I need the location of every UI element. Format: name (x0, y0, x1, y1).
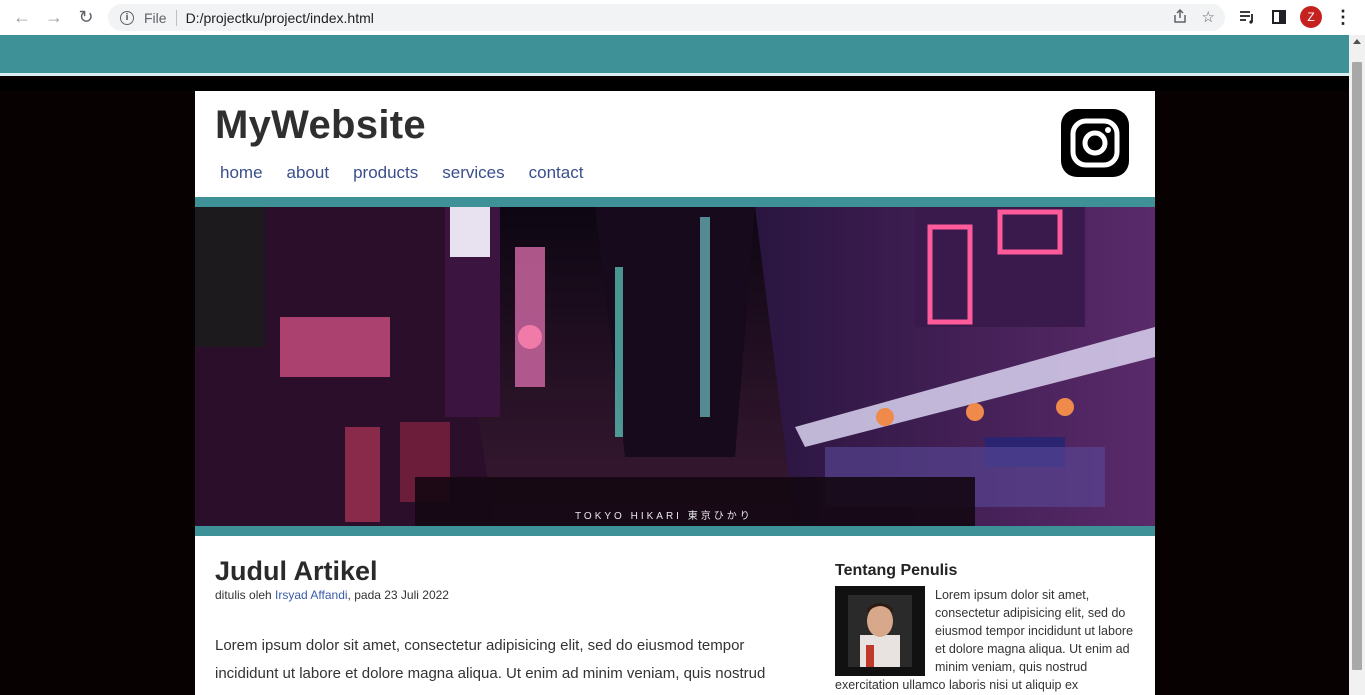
site-title: MyWebsite (215, 103, 426, 147)
site-header: MyWebsite home about products services c… (195, 91, 1155, 197)
nav-link-home[interactable]: home (220, 163, 263, 183)
page-scrollbar[interactable] (1349, 35, 1365, 695)
scheme-label: File (144, 9, 167, 26)
hero-section: TOKYO HIKARI 東京ひかり (195, 197, 1155, 536)
author-link[interactable]: Irsyad Affandi (275, 588, 348, 602)
nav-link-services[interactable]: services (442, 163, 504, 183)
hero-caption: TOKYO HIKARI 東京ひかり (575, 511, 753, 522)
top-bar (0, 35, 1349, 91)
more-menu-icon[interactable]: ⋮ (1332, 6, 1354, 28)
url-text[interactable]: D:/projectku/project/index.html (186, 10, 374, 26)
content-area: Judul Artikel ditulis oleh Irsyad Affand… (195, 536, 1155, 695)
hero-cityscape-illustration (195, 207, 1155, 526)
scroll-up-arrow-icon[interactable] (1353, 39, 1361, 44)
article-title: Judul Artikel (215, 556, 378, 586)
back-arrow-icon[interactable]: ← (6, 2, 38, 34)
site-container: MyWebsite home about products services c… (195, 91, 1155, 695)
omnibox-actions: ☆ (1172, 8, 1215, 28)
browser-toolbar: ← → ↻ i File D:/projectku/project/index.… (0, 0, 1365, 35)
page-viewport: MyWebsite home about products services c… (0, 35, 1349, 695)
address-bar[interactable]: i File D:/projectku/project/index.html ☆ (108, 4, 1225, 31)
star-icon[interactable]: ☆ (1202, 8, 1215, 28)
share-icon[interactable] (1172, 8, 1188, 28)
instagram-icon[interactable] (1061, 109, 1129, 177)
article-byline: ditulis oleh Irsyad Affandi, pada 23 Jul… (215, 588, 449, 602)
side-panel-icon[interactable] (1268, 6, 1290, 28)
article-body: Lorem ipsum dolor sit amet, consectetur … (215, 637, 766, 682)
main-nav: home about products services contact (220, 163, 583, 183)
aside-title: Tentang Penulis (835, 562, 958, 579)
nav-link-contact[interactable]: contact (529, 163, 584, 183)
nav-link-products[interactable]: products (353, 163, 418, 183)
scroll-thumb[interactable] (1352, 62, 1362, 670)
nav-link-about[interactable]: about (287, 163, 330, 183)
reload-icon[interactable]: ↻ (70, 2, 102, 34)
byline-suffix: , pada 23 Juli 2022 (347, 588, 449, 602)
info-icon[interactable]: i (120, 10, 134, 25)
profile-avatar[interactable]: Z (1300, 6, 1322, 28)
omnibox-divider (175, 9, 177, 26)
hero-image: TOKYO HIKARI 東京ひかり (195, 207, 1155, 526)
toolbar-icons: Z ⋮ (1236, 6, 1354, 28)
reading-list-icon[interactable] (1236, 6, 1258, 28)
forward-arrow-icon[interactable]: → (38, 2, 70, 34)
byline-prefix: ditulis oleh (215, 588, 276, 602)
aside-text: Lorem ipsum dolor sit amet, consectetur … (835, 588, 1134, 692)
